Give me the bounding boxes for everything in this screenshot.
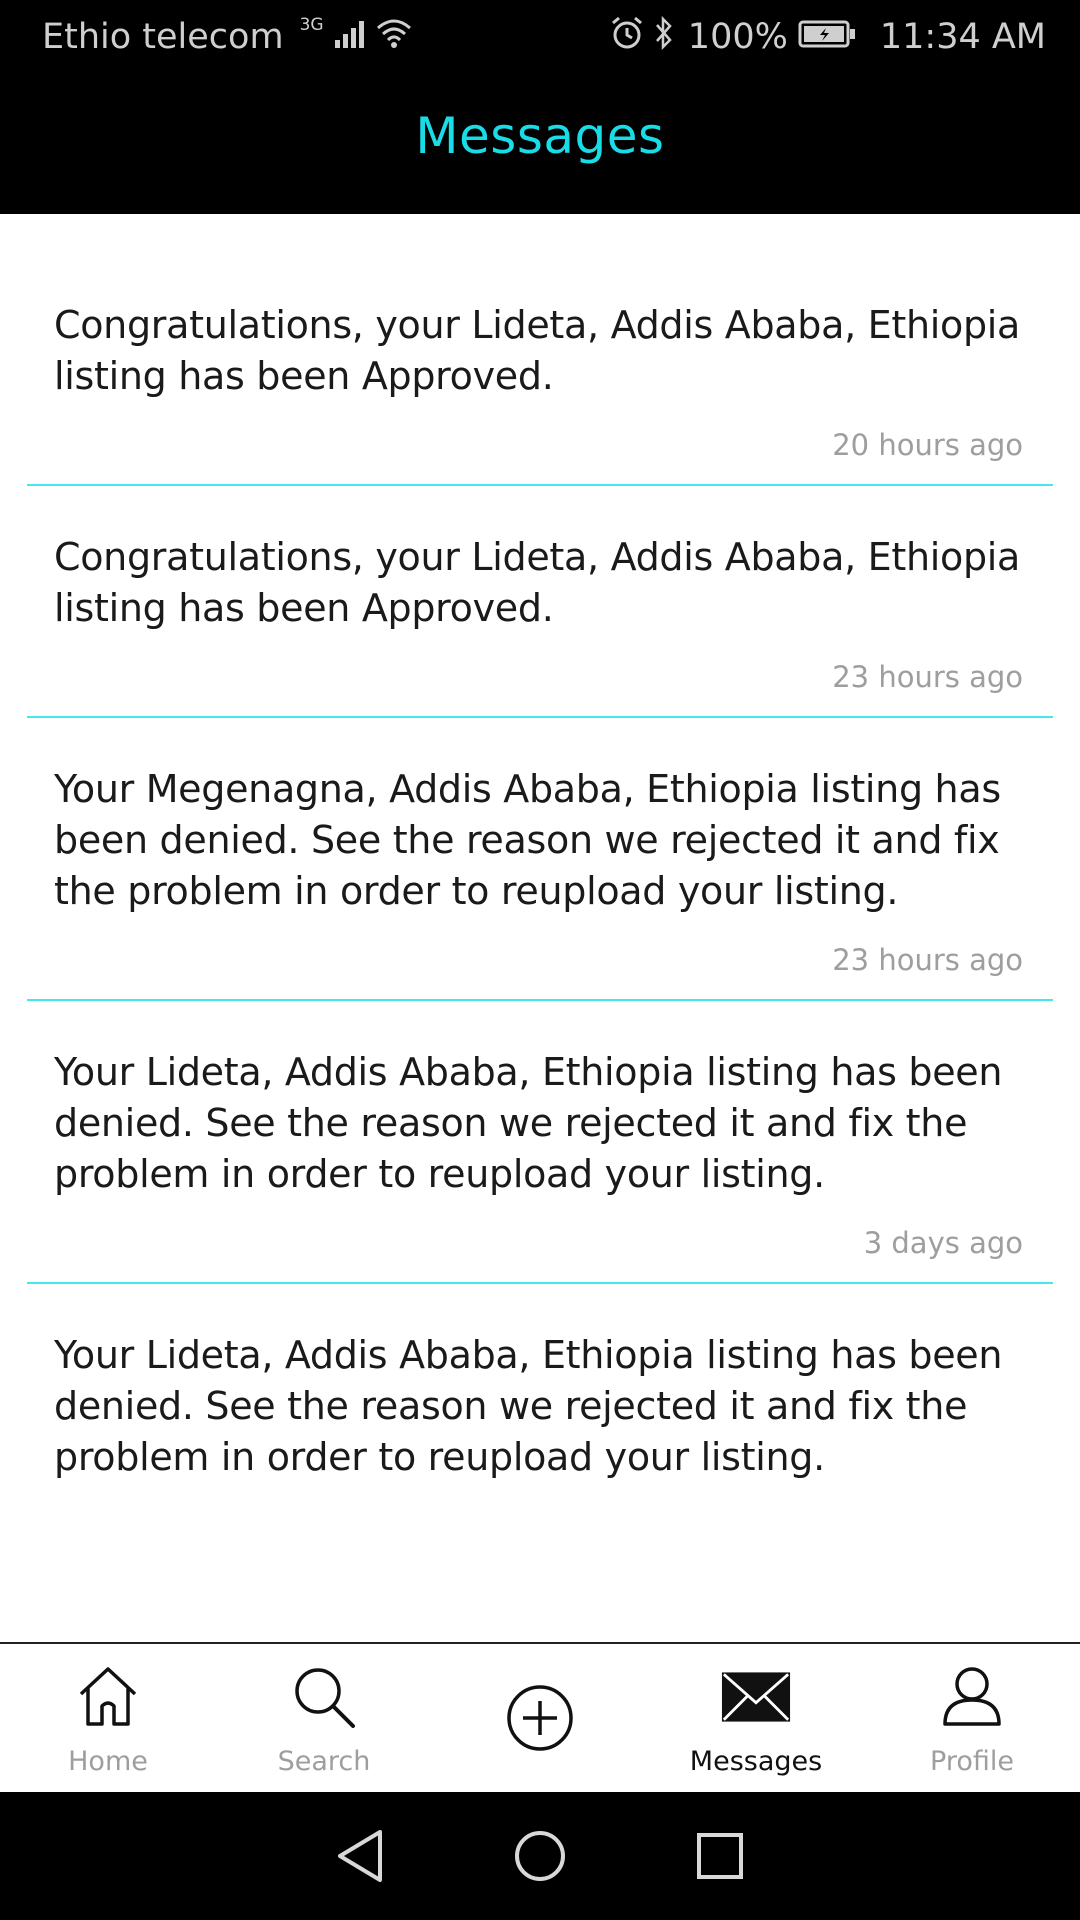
battery-icon	[798, 17, 856, 57]
nav-add[interactable]	[432, 1644, 648, 1792]
status-bar: Ethio telecom 3G 100% 11:34 AM	[0, 0, 1080, 74]
signal-icon	[334, 17, 366, 57]
nav-home-label: Home	[68, 1746, 148, 1777]
nav-messages-label: Messages	[689, 1746, 823, 1777]
message-text: Your Lideta, Addis Ababa, Ethiopia listi…	[54, 1333, 1003, 1479]
nav-messages[interactable]: Messages	[648, 1644, 864, 1792]
message-text: Your Lideta, Addis Ababa, Ethiopia listi…	[54, 1050, 1003, 1196]
carrier-name: Ethio telecom	[42, 17, 284, 57]
nav-search[interactable]: Search	[216, 1644, 432, 1792]
envelope-icon	[721, 1662, 791, 1732]
message-item[interactable]: Your Lideta, Addis Ababa, Ethiopia listi…	[27, 1284, 1053, 1498]
status-right: 100% 11:34 AM	[610, 15, 1046, 59]
status-left: Ethio telecom 3G	[42, 15, 412, 57]
message-timestamp: 20 hours ago	[832, 428, 1023, 462]
home-button-icon[interactable]	[510, 1826, 570, 1886]
message-item[interactable]: Congratulations, your Lideta, Addis Abab…	[27, 254, 1053, 486]
nav-home[interactable]: Home	[0, 1644, 216, 1792]
nav-profile-label: Profile	[930, 1746, 1014, 1777]
nav-profile[interactable]: Profile	[864, 1644, 1080, 1792]
wifi-icon	[376, 17, 412, 57]
app-header: Messages	[0, 74, 1080, 214]
message-item[interactable]: Your Megenagna, Addis Ababa, Ethiopia li…	[27, 718, 1053, 1001]
search-icon	[289, 1662, 359, 1732]
alarm-icon	[610, 16, 644, 59]
message-timestamp: 3 days ago	[863, 1226, 1023, 1260]
user-icon	[937, 1662, 1007, 1732]
nav-search-label: Search	[277, 1746, 371, 1777]
recents-icon[interactable]	[690, 1826, 750, 1886]
message-text: Your Megenagna, Addis Ababa, Ethiopia li…	[54, 767, 1001, 913]
clock: 11:34 AM	[879, 17, 1046, 57]
message-text: Congratulations, your Lideta, Addis Abab…	[54, 535, 1021, 630]
page-title: Messages	[415, 107, 665, 165]
message-text: Congratulations, your Lideta, Addis Abab…	[54, 303, 1021, 398]
message-item[interactable]: Your Lideta, Addis Ababa, Ethiopia listi…	[27, 1001, 1053, 1284]
battery-percent: 100%	[687, 17, 788, 57]
network-type: 3G	[299, 15, 324, 35]
back-icon[interactable]	[330, 1826, 390, 1886]
message-list[interactable]: Congratulations, your Lideta, Addis Abab…	[0, 214, 1080, 1642]
message-timestamp: 23 hours ago	[832, 660, 1023, 694]
message-timestamp: 23 hours ago	[832, 943, 1023, 977]
message-item[interactable]: Congratulations, your Lideta, Addis Abab…	[27, 486, 1053, 718]
bottom-nav: Home Search Messages Profile	[0, 1642, 1080, 1792]
add-circle-icon	[505, 1683, 575, 1753]
system-nav-bar	[0, 1792, 1080, 1920]
screen: Ethio telecom 3G 100% 11:34 AM Messages …	[0, 0, 1080, 1920]
bluetooth-icon	[654, 15, 674, 59]
home-icon	[73, 1662, 143, 1732]
